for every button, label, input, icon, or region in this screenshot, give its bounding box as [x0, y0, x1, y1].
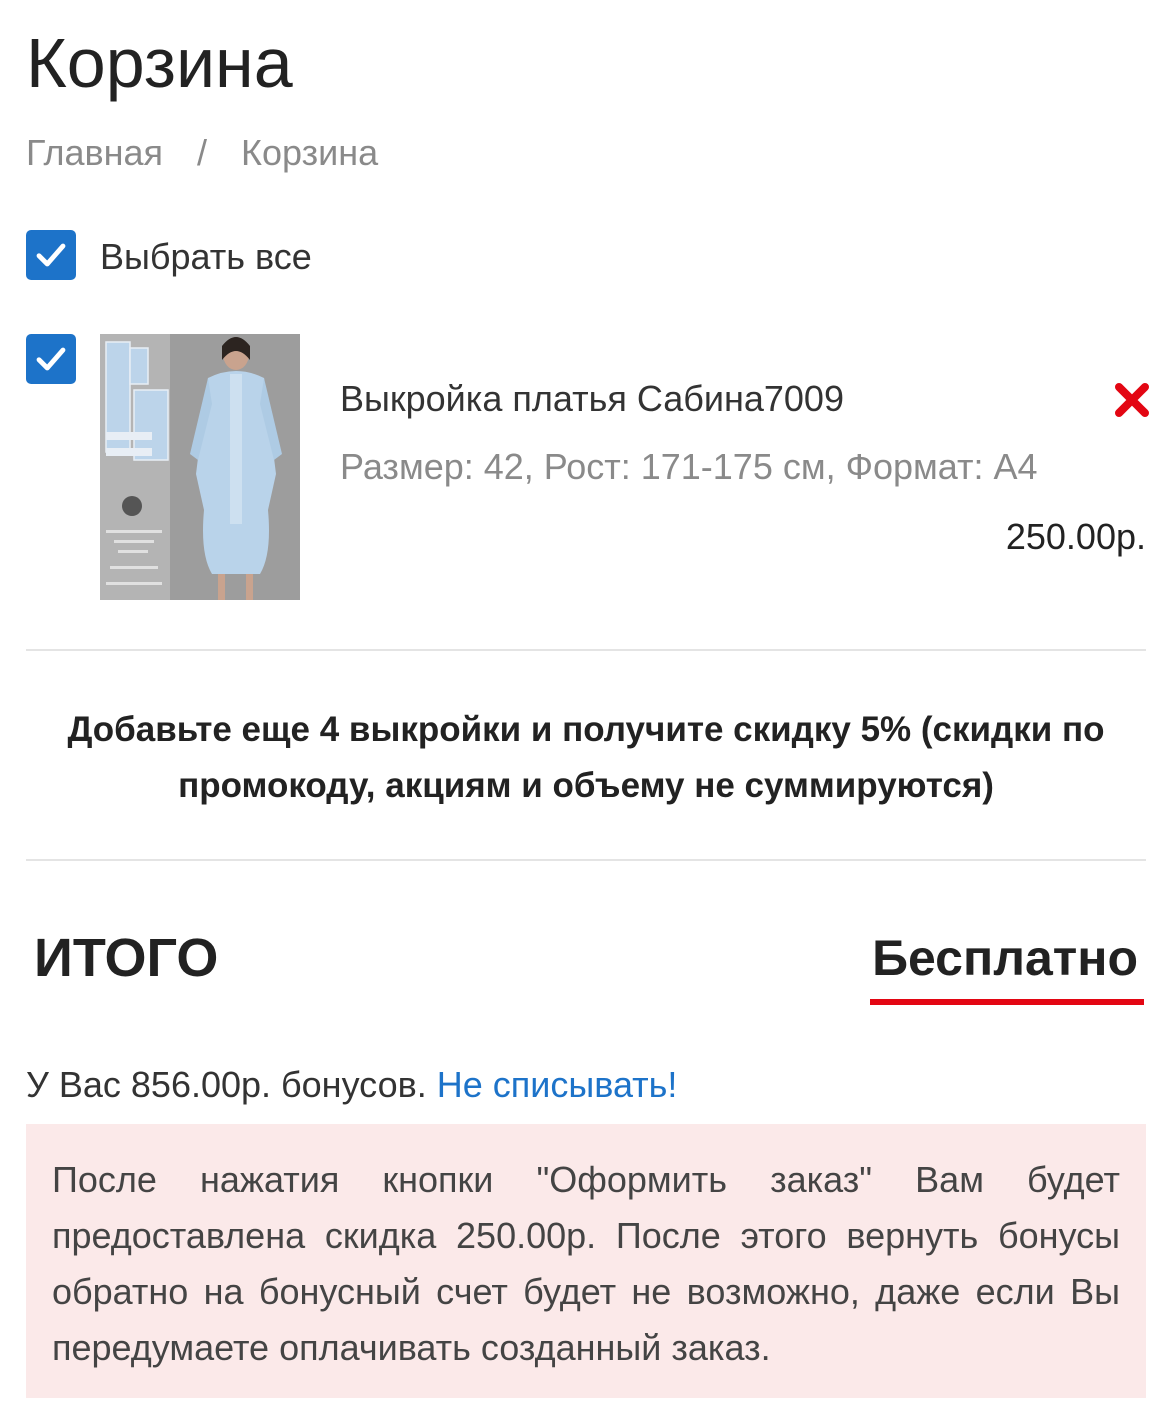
breadcrumb: Главная / Корзина	[26, 128, 378, 178]
divider	[26, 859, 1146, 861]
product-image[interactable]	[100, 334, 300, 600]
close-x-icon	[1115, 383, 1149, 417]
total-label: ИТОГО	[34, 928, 219, 988]
product-name[interactable]: Выкройка платья Сабина7009	[340, 374, 844, 424]
select-all-label[interactable]: Выбрать все	[100, 232, 312, 282]
product-photo-dress	[100, 334, 300, 600]
product-meta: Размер: 42, Рост: 171-175 см, Формат: А4	[340, 446, 1038, 487]
total-value: Бесплатно	[872, 930, 1138, 986]
breadcrumb-home-link[interactable]: Главная	[26, 132, 163, 173]
bonus-notice: После нажатия кнопки "Оформить заказ" Ва…	[26, 1124, 1146, 1398]
remove-item-icon[interactable]	[1112, 380, 1152, 420]
item-price: 250.00р.	[1005, 516, 1146, 557]
bonus-text: У Вас 856.00р. бонусов.	[26, 1064, 427, 1105]
bonus-info: У Вас 856.00р. бонусов. Не списывать!	[26, 1060, 677, 1110]
checkmark-icon	[36, 347, 66, 371]
breadcrumb-separator: /	[197, 132, 208, 173]
bonus-notice-text: После нажатия кнопки "Оформить заказ" Ва…	[52, 1159, 1120, 1368]
cart-item-checkbox[interactable]	[26, 334, 76, 384]
breadcrumb-current: Корзина	[241, 132, 379, 173]
checkmark-icon	[36, 243, 66, 267]
total-underline	[870, 999, 1144, 1005]
page-title: Корзина	[26, 24, 293, 102]
dont-use-bonus-link[interactable]: Не списывать!	[437, 1064, 678, 1105]
promo-message: Добавьте еще 4 выкройки и получите скидк…	[67, 710, 1105, 805]
cart-page: Корзина Главная / Корзина Выбрать все Вы…	[0, 0, 1172, 1420]
select-all-checkbox[interactable]	[26, 230, 76, 280]
divider	[26, 649, 1146, 651]
